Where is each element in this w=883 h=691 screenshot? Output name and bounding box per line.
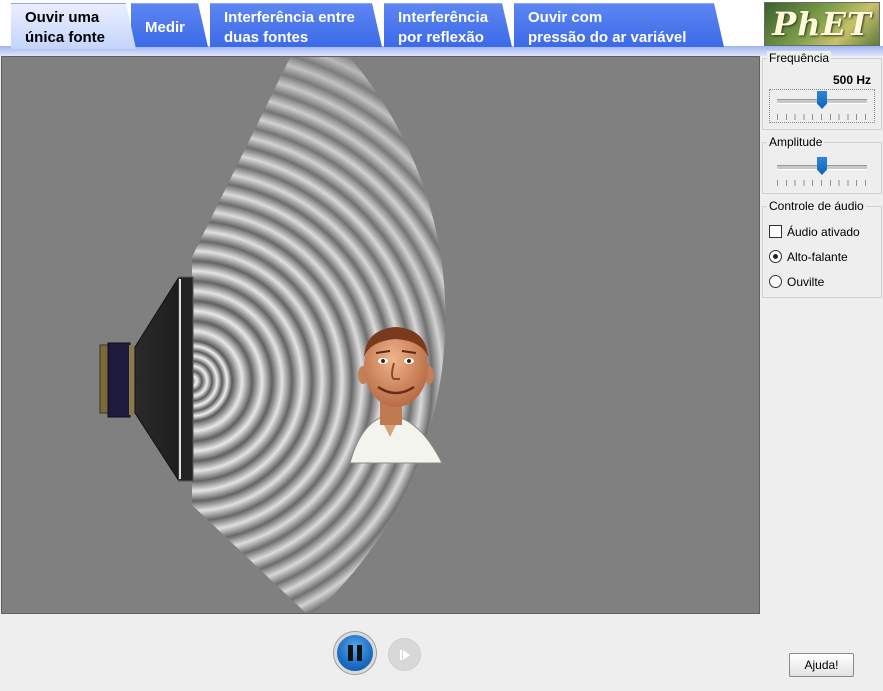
step-forward-icon bbox=[399, 649, 410, 660]
amplitude-slider-thumb[interactable] bbox=[817, 157, 827, 175]
control-panel: Frequência 500 Hz Amplitude Controle de … bbox=[762, 51, 882, 306]
simulation-canvas bbox=[1, 56, 760, 614]
frequency-title: Frequência bbox=[767, 51, 832, 65]
tab-two-source-line1: Interferência entre bbox=[224, 9, 355, 26]
radio-speaker[interactable]: Alto-falante bbox=[769, 244, 875, 269]
audio-enabled-checkbox-box[interactable] bbox=[769, 225, 782, 238]
tab-single-source-line2: única fonte bbox=[25, 29, 106, 46]
speaker-icon bbox=[99, 276, 194, 482]
help-button[interactable]: Ajuda! bbox=[789, 653, 854, 677]
frequency-slider-thumb[interactable] bbox=[817, 91, 827, 109]
audio-enabled-label: Áudio ativado bbox=[787, 224, 860, 239]
amplitude-slider[interactable] bbox=[769, 155, 875, 189]
wave-field bbox=[99, 57, 446, 613]
radio-speaker-button[interactable] bbox=[769, 250, 782, 263]
frequency-slider[interactable] bbox=[769, 89, 875, 123]
tab-two-source-line2: duas fontes bbox=[224, 29, 309, 46]
frequency-group: Frequência 500 Hz bbox=[762, 51, 882, 130]
tab-variable-pressure[interactable]: Ouvir com pressão do ar variável bbox=[514, 3, 724, 47]
tab-bar: Ouvir uma única fonte Medir Interferênci… bbox=[0, 0, 883, 56]
tab-two-source-interference[interactable]: Interferência entre duas fontes bbox=[210, 3, 382, 47]
audio-control-title: Controle de áudio bbox=[767, 199, 866, 213]
tab-single-source-line1: Ouvir uma bbox=[25, 9, 100, 26]
audio-control-group: Controle de áudio Áudio ativado Alto-fal… bbox=[762, 199, 882, 298]
amplitude-title: Amplitude bbox=[767, 135, 825, 149]
tab-single-source[interactable]: Ouvir uma única fonte bbox=[11, 3, 136, 49]
step-forward-button[interactable] bbox=[388, 638, 421, 671]
audio-enabled-checkbox[interactable]: Áudio ativado bbox=[769, 219, 875, 244]
pause-icon bbox=[348, 645, 353, 661]
tab-variable-pressure-line1: Ouvir com bbox=[528, 9, 603, 26]
radio-listener-label: Ouvilte bbox=[787, 274, 825, 289]
amplitude-group: Amplitude bbox=[762, 135, 882, 194]
tab-measure[interactable]: Medir bbox=[131, 3, 208, 47]
phet-logo-text: PhET bbox=[772, 5, 872, 43]
pause-icon-bar bbox=[357, 645, 362, 661]
radio-listener[interactable]: Ouvilte bbox=[769, 269, 875, 294]
tab-variable-pressure-line2: pressão do ar variável bbox=[528, 29, 687, 46]
tab-reflection-line2: por reflexão bbox=[398, 29, 484, 46]
radio-listener-button[interactable] bbox=[769, 275, 782, 288]
frequency-slider-ticks bbox=[777, 114, 867, 120]
tab-reflection-line1: Interferência bbox=[398, 9, 489, 26]
pause-button[interactable] bbox=[334, 632, 376, 674]
tab-measure-label: Medir bbox=[145, 19, 186, 36]
phet-logo: PhET bbox=[764, 2, 880, 46]
tab-reflection-interference[interactable]: Interferência por reflexão bbox=[384, 3, 512, 47]
frequency-value: 500 Hz bbox=[832, 73, 871, 87]
amplitude-slider-ticks bbox=[777, 180, 867, 186]
radio-speaker-label: Alto-falante bbox=[787, 249, 848, 264]
